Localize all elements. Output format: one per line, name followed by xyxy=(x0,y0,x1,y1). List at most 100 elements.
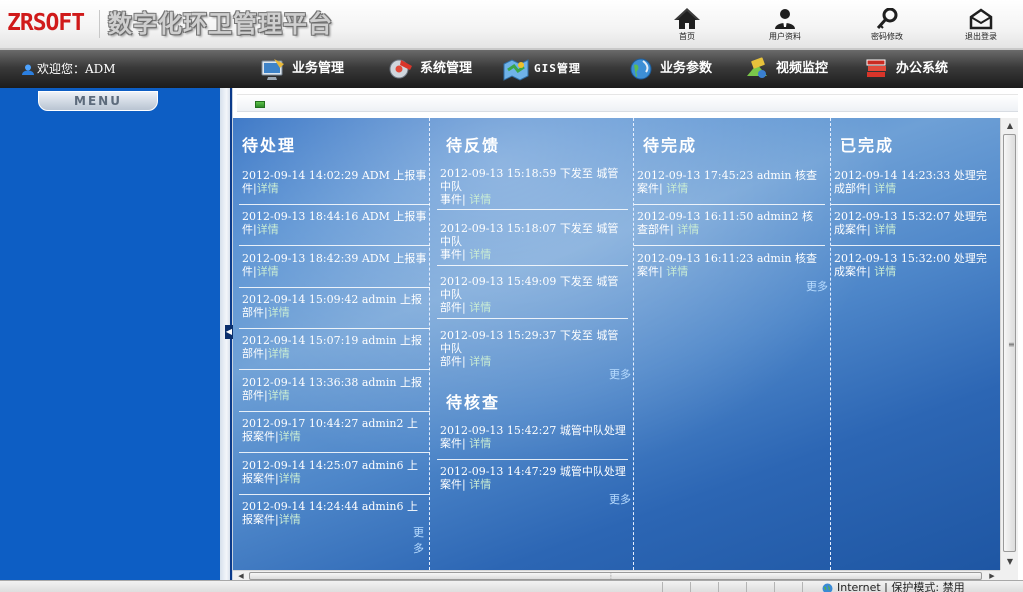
entry-type: 部件 xyxy=(440,355,462,368)
column-completed: 已完成 2012-09-14 14:23:33 处理完成部件| 详情 2012-… xyxy=(831,118,1000,570)
detail-link[interactable]: 详情 xyxy=(469,355,491,368)
detail-link[interactable]: 详情 xyxy=(874,182,896,195)
nav-item-business[interactable]: 业务管理 xyxy=(260,56,370,84)
row-divider xyxy=(831,245,1000,246)
list-item: 2012-09-13 18:42:39 ADM 上报事件|详情 xyxy=(242,252,427,278)
welcome-message: 欢迎您：ADM xyxy=(22,62,116,77)
detail-link[interactable]: 详情 xyxy=(469,301,491,314)
menu-tab[interactable]: MENU xyxy=(38,91,158,111)
list-item: 2012-09-14 14:25:07 admin6 上报案件|详情 xyxy=(242,459,418,485)
logout-label: 退出登录 xyxy=(965,32,997,41)
list-item: 2012-09-14 13:36:38 admin 上报部件|详情 xyxy=(242,376,422,402)
detail-link[interactable]: 详情 xyxy=(268,389,290,402)
detail-link[interactable]: 详情 xyxy=(666,265,688,278)
user-profile-link[interactable]: 用户资料 xyxy=(750,6,820,44)
list-item: 2012-09-14 14:24:44 admin6 上报案件|详情 xyxy=(242,500,418,526)
detail-link[interactable]: 详情 xyxy=(257,223,279,236)
scroll-up-icon[interactable]: ▲ xyxy=(1001,118,1019,134)
detail-link[interactable]: 详情 xyxy=(268,306,290,319)
horizontal-scroll-thumb[interactable]: ⦙ xyxy=(249,572,982,581)
entry-text: 2012-09-13 15:32:00 处理完成案件 xyxy=(834,252,987,278)
more-link[interactable]: 更多 xyxy=(609,491,631,507)
list-item: 2012-09-17 10:44:27 admin2 上报案件|详情 xyxy=(242,417,418,443)
horizontal-scrollbar[interactable]: ◀ ⦙ ▶ xyxy=(233,570,1000,581)
list-item: 2012-09-13 15:49:09 下发至 城管中队 部件| 详情 xyxy=(440,275,619,314)
books-icon xyxy=(866,59,886,77)
detail-link[interactable]: 详情 xyxy=(874,223,896,236)
list-item: 2012-09-13 16:11:50 admin2 核查部件| 详情 xyxy=(637,210,813,236)
main-nav: 欢迎您：ADM 业务管理 系统管理 GIS管理 业务参数 视频监控 办公系统 xyxy=(0,50,1023,88)
security-zone[interactable]: Internet | 保护模式: 禁用 xyxy=(822,581,965,592)
entry-text: 2012-09-14 14:23:33 处理完成部件 xyxy=(834,169,987,195)
home-link[interactable]: 首页 xyxy=(652,6,722,44)
list-item: 2012-09-14 14:02:29 ADM 上报事件|详情 xyxy=(242,169,427,195)
list-item: 2012-09-13 18:44:16 ADM 上报事件|详情 xyxy=(242,210,427,236)
detail-link[interactable]: 详情 xyxy=(469,193,491,206)
nav-item-video[interactable]: 视频监控 xyxy=(744,56,854,84)
list-item: 2012-09-14 15:07:19 admin 上报部件|详情 xyxy=(242,334,422,360)
tab-icon[interactable] xyxy=(255,101,265,108)
nav-item-parameters[interactable]: 业务参数 xyxy=(628,56,738,84)
detail-link[interactable]: 详情 xyxy=(279,513,301,526)
welcome-text: 欢迎您：ADM xyxy=(37,62,116,76)
row-divider xyxy=(634,204,825,205)
app-title: 数字化环卫管理平台 xyxy=(108,10,333,38)
row-divider xyxy=(239,328,430,329)
more-link[interactable]: 更多 xyxy=(413,524,429,556)
detail-link[interactable]: 详情 xyxy=(666,182,688,195)
nav-label-system: 系统管理 xyxy=(420,61,473,76)
list-item: 2012-09-13 16:11:23 admin 核查案件| 详情 xyxy=(637,252,817,278)
status-divider xyxy=(690,582,691,592)
column-title: 待完成 xyxy=(643,136,698,155)
row-divider xyxy=(239,245,430,246)
collapse-sidebar-icon[interactable]: ◀ xyxy=(225,325,233,339)
detail-link[interactable]: 详情 xyxy=(677,223,699,236)
entry-text: 2012-09-14 14:24:44 admin6 上报案件 xyxy=(242,500,418,526)
list-item: 2012-09-14 15:09:42 admin 上报部件|详情 xyxy=(242,293,422,319)
detail-link[interactable]: 详情 xyxy=(279,430,301,443)
nav-item-system[interactable]: 系统管理 xyxy=(388,56,498,84)
security-zone-text: Internet | 保护模式: 禁用 xyxy=(837,581,965,592)
list-item: 2012-09-13 15:32:07 处理完成案件| 详情 xyxy=(834,210,987,236)
sidebar: MENU xyxy=(0,88,224,580)
column-title: 待反馈 xyxy=(446,136,501,155)
detail-link[interactable]: 详情 xyxy=(469,248,491,261)
internet-globe-icon xyxy=(822,583,833,592)
more-link[interactable]: 更多 xyxy=(806,278,828,294)
list-item: 2012-09-13 15:29:37 下发至 城管中队 部件| 详情 xyxy=(440,329,619,368)
vertical-scrollbar[interactable]: ▲ ≡ ▼ xyxy=(1000,118,1018,570)
row-divider xyxy=(437,265,628,266)
row-divider xyxy=(634,245,825,246)
key-icon xyxy=(876,8,898,29)
list-item: 2012-09-13 17:45:23 admin 核查案件| 详情 xyxy=(637,169,817,195)
detail-link[interactable]: 详情 xyxy=(279,472,301,485)
list-item: 2012-09-13 15:32:00 处理完成案件| 详情 xyxy=(834,252,987,278)
user-icon xyxy=(22,64,34,75)
scroll-grip-icon: ≡ xyxy=(1008,340,1015,349)
gear-icon xyxy=(389,59,412,79)
status-divider xyxy=(746,582,747,592)
change-password-link[interactable]: 密码修改 xyxy=(852,6,922,44)
nav-item-office[interactable]: 办公系统 xyxy=(864,56,974,84)
entry-text: 2012-09-13 15:18:07 下发至 城管中队 xyxy=(440,222,619,248)
detail-link[interactable]: 详情 xyxy=(257,182,279,195)
nav-item-gis[interactable]: GIS管理 xyxy=(502,56,602,84)
browser-status-bar: Internet | 保护模式: 禁用 xyxy=(0,580,1023,592)
column-title: 已完成 xyxy=(840,136,895,155)
detail-link[interactable]: 详情 xyxy=(469,437,491,450)
logout-link[interactable]: 退出登录 xyxy=(946,6,1016,44)
list-item: 2012-09-13 15:18:07 下发至 城管中队 事件| 详情 xyxy=(440,222,619,261)
status-divider xyxy=(662,582,663,592)
detail-link[interactable]: 详情 xyxy=(257,265,279,278)
user-profile-label: 用户资料 xyxy=(769,32,801,41)
detail-link[interactable]: 详情 xyxy=(469,478,491,491)
detail-link[interactable]: 详情 xyxy=(268,347,290,360)
status-divider xyxy=(774,582,775,592)
nav-label-video: 视频监控 xyxy=(776,61,829,76)
monitor-icon xyxy=(261,59,284,80)
company-logo: ZRSOFT xyxy=(7,10,85,36)
scroll-down-icon[interactable]: ▼ xyxy=(1001,554,1019,570)
vertical-scroll-thumb[interactable]: ≡ xyxy=(1003,134,1016,552)
detail-link[interactable]: 详情 xyxy=(874,265,896,278)
more-link[interactable]: 更多 xyxy=(609,366,631,382)
